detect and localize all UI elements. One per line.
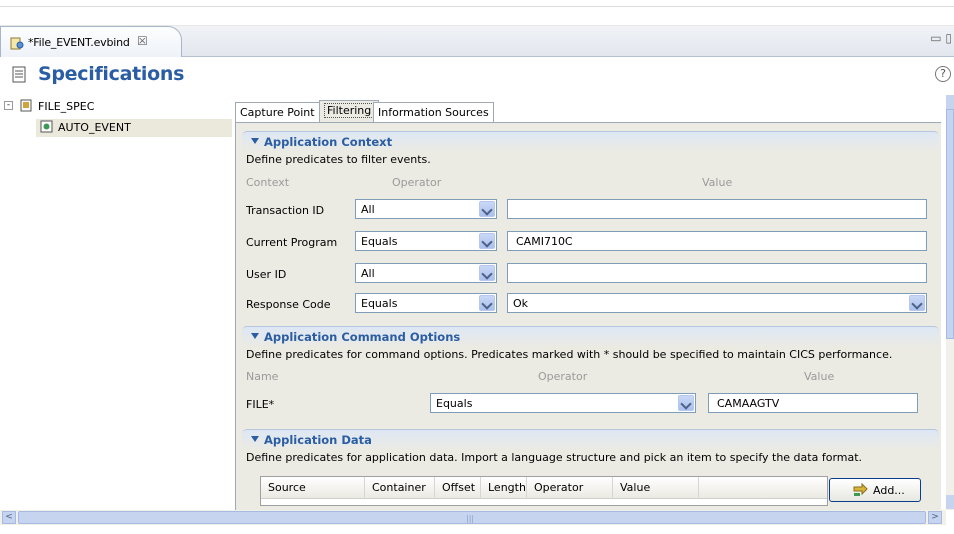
tree-item-label: AUTO_EVENT [58, 121, 131, 134]
column-header-operator[interactable]: Operator [527, 477, 613, 499]
horizontal-scrollbar[interactable]: < ||| > [0, 510, 946, 525]
expand-triangle-icon[interactable] [251, 333, 259, 339]
user-id-value-field[interactable] [507, 263, 927, 283]
details-pane: Capture Point Filtering Information Sour… [232, 95, 954, 511]
collapse-icon[interactable]: - [4, 101, 13, 110]
select-value: Equals [436, 397, 473, 410]
specifications-icon [12, 66, 26, 83]
field-value: CAMI710C [516, 235, 573, 248]
scroll-left-arrow[interactable]: < [2, 511, 16, 524]
tab-label: Information Sources [378, 106, 489, 119]
field-value: CAMAAGTV [717, 397, 780, 410]
application-context-section: Application Context Define predicates to… [242, 131, 939, 319]
response-code-operator-select[interactable]: Equals [355, 293, 497, 313]
transaction-id-label: Transaction ID [246, 204, 325, 217]
tab-capture-point[interactable]: Capture Point [235, 102, 320, 122]
select-value: All [361, 267, 375, 280]
section-header[interactable]: Application Command Options [242, 326, 939, 348]
column-header-offset[interactable]: Offset [435, 477, 481, 499]
help-icon[interactable]: ? [935, 66, 951, 82]
section-header[interactable]: Application Data [242, 429, 939, 451]
event-icon [40, 120, 53, 133]
vertical-scrollbar[interactable] [946, 95, 954, 510]
current-program-operator-select[interactable]: Equals [355, 231, 497, 251]
editor-tab-file-event[interactable]: *File_EVENT.evbind ☒ [0, 26, 182, 58]
column-header-value: Value [702, 176, 733, 189]
file-value-field[interactable]: CAMAAGTV [708, 393, 918, 413]
close-icon[interactable]: ☒ [137, 34, 148, 48]
section-title: Application Context [264, 135, 393, 149]
file-operator-select[interactable]: Equals [430, 393, 696, 413]
column-header-length[interactable]: Length [481, 477, 527, 499]
column-header-value[interactable]: Value [613, 477, 699, 499]
section-title: Application Command Options [264, 330, 461, 344]
tree-item-auto-event[interactable]: AUTO_EVENT [36, 119, 232, 137]
add-item-icon [853, 483, 868, 496]
tab-label: Filtering [324, 103, 375, 118]
editor-tab-bar: *File_EVENT.evbind ☒ ▭ ▯ [0, 26, 954, 58]
chevron-down-icon[interactable] [678, 395, 694, 411]
scroll-right-arrow[interactable]: > [928, 511, 942, 524]
add-button-label: Add... [873, 484, 905, 497]
chevron-down-icon[interactable] [479, 233, 495, 249]
file-option-label: FILE* [246, 398, 275, 411]
section-title: Application Data [264, 433, 372, 447]
response-code-value-select[interactable]: Ok [507, 293, 927, 313]
column-header-container[interactable]: Container [365, 477, 435, 499]
bottom-spacer [0, 525, 954, 534]
select-value: Equals [361, 297, 398, 310]
section-header[interactable]: Application Context [242, 131, 939, 153]
tree-item-label: FILE_SPEC [38, 100, 95, 113]
tree-item-file-spec[interactable]: - FILE_SPEC [4, 98, 224, 116]
column-header-operator: Operator [538, 370, 588, 383]
spec-tree: - FILE_SPEC AUTO_EVENT [0, 95, 232, 510]
select-value: All [361, 203, 375, 216]
response-code-label: Response Code [246, 298, 331, 311]
user-id-operator-select[interactable]: All [355, 263, 497, 283]
scroll-grip-icon: ||| [466, 514, 475, 523]
table-header: Source Container Offset Length Operator … [261, 477, 827, 499]
transaction-id-value-field[interactable] [507, 199, 927, 219]
column-header-operator: Operator [392, 176, 442, 189]
column-header-value: Value [804, 370, 835, 383]
transaction-id-operator-select[interactable]: All [355, 199, 497, 219]
minimize-maximize-icon[interactable]: ▭ ▯ [930, 31, 952, 45]
scroll-down-arrow[interactable] [946, 495, 954, 509]
section-description: Define predicates to filter events. [246, 153, 431, 166]
expand-triangle-icon[interactable] [251, 436, 259, 442]
details-tabs: Capture Point Filtering Information Sour… [232, 100, 954, 123]
column-header-name: Name [246, 370, 279, 383]
section-description: Define predicates for command options. P… [246, 348, 893, 361]
chevron-down-icon[interactable] [479, 295, 495, 311]
editor-tab-title: *File_EVENT.evbind [28, 36, 130, 49]
section-description: Define predicates for application data. … [246, 451, 863, 464]
current-program-label: Current Program [246, 236, 338, 249]
chevron-down-icon[interactable] [479, 201, 495, 217]
tab-label: Capture Point [240, 106, 315, 119]
top-spacer [0, 0, 954, 26]
vertical-scroll-thumb[interactable] [946, 109, 954, 339]
select-value: Equals [361, 235, 398, 248]
add-button[interactable]: Add... [829, 478, 921, 502]
chevron-down-icon[interactable] [479, 265, 495, 281]
chevron-down-icon[interactable] [909, 295, 925, 311]
scroll-up-arrow[interactable] [946, 95, 954, 109]
event-binding-file-icon [10, 37, 24, 50]
select-value: Ok [513, 297, 529, 310]
spec-file-icon [20, 99, 32, 112]
current-program-value-field[interactable]: CAMI710C [507, 231, 927, 251]
tab-information-sources[interactable]: Information Sources [373, 102, 494, 122]
user-id-label: User ID [246, 268, 287, 281]
column-header-source[interactable]: Source [261, 477, 365, 499]
filtering-content: Application Context Define predicates to… [235, 122, 941, 511]
expand-triangle-icon[interactable] [251, 138, 259, 144]
application-data-table: Source Container Offset Length Operator … [260, 476, 828, 506]
application-data-section: Application Data Define predicates for a… [242, 429, 939, 511]
tab-filtering[interactable]: Filtering [319, 100, 380, 123]
form-header: Specifications ? [0, 57, 954, 95]
horizontal-scroll-thumb[interactable]: ||| [18, 511, 926, 524]
application-command-options-section: Application Command Options Define predi… [242, 326, 939, 422]
column-header-context: Context [246, 176, 290, 189]
page-title: Specifications [38, 63, 185, 85]
